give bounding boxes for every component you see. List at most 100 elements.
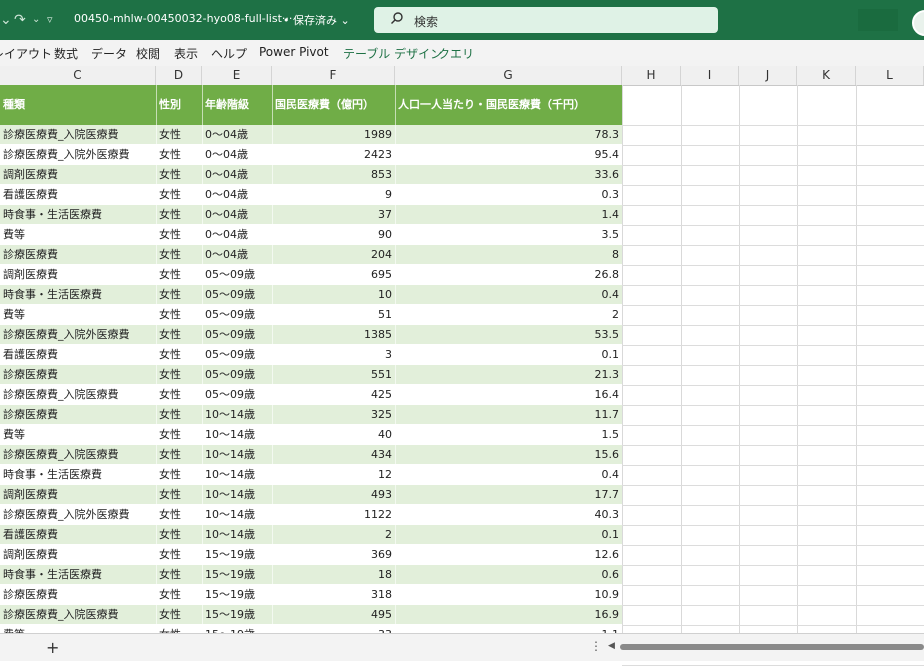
cell-cost[interactable]: 425 — [272, 385, 395, 405]
cell-cost[interactable]: 1385 — [272, 325, 395, 345]
cell-type[interactable]: 調剤医療費 — [0, 485, 156, 505]
cell-sex[interactable]: 女性 — [156, 425, 202, 445]
cell-sex[interactable]: 女性 — [156, 165, 202, 185]
tab-page-layout[interactable]: レイアウト — [0, 45, 52, 62]
cell-age[interactable]: 05～09歳 — [202, 365, 272, 385]
column-header-f[interactable]: F — [272, 66, 395, 85]
cell-age[interactable]: 10～14歳 — [202, 505, 272, 525]
cell-cost[interactable]: 434 — [272, 445, 395, 465]
cell-cost[interactable]: 495 — [272, 605, 395, 625]
tab-data[interactable]: データ — [91, 45, 127, 62]
cell-per-capita[interactable]: 16.9 — [395, 605, 622, 625]
tab-power-pivot[interactable]: Power Pivot — [259, 45, 329, 59]
cell-cost[interactable]: 18 — [272, 565, 395, 585]
cell-sex[interactable]: 女性 — [156, 285, 202, 305]
header-cell-per-capita[interactable]: 人口一人当たり・国民医療費（千円） — [395, 85, 622, 125]
cell-type[interactable]: 時食事・生活医療費 — [0, 285, 156, 305]
cell-type[interactable]: 費等 — [0, 225, 156, 245]
cell-sex[interactable]: 女性 — [156, 385, 202, 405]
horizontal-scrollbar[interactable] — [620, 644, 924, 650]
cell-per-capita[interactable]: 21.3 — [395, 365, 622, 385]
cell-age[interactable]: 05～09歳 — [202, 285, 272, 305]
cell-cost[interactable]: 10 — [272, 285, 395, 305]
cell-type[interactable]: 費等 — [0, 305, 156, 325]
cell-sex[interactable]: 女性 — [156, 245, 202, 265]
cell-sex[interactable]: 女性 — [156, 225, 202, 245]
cell-type[interactable]: 診療医療費_入院医療費 — [0, 125, 156, 145]
cell-per-capita[interactable]: 40.3 — [395, 505, 622, 525]
cell-per-capita[interactable]: 0.4 — [395, 465, 622, 485]
cell-sex[interactable]: 女性 — [156, 205, 202, 225]
cell-sex[interactable]: 女性 — [156, 465, 202, 485]
cell-sex[interactable]: 女性 — [156, 505, 202, 525]
cell-cost[interactable]: 551 — [272, 365, 395, 385]
document-title[interactable]: 00450-mhlw-00450032-hyo08-full-list··· — [74, 12, 292, 25]
cell-age[interactable]: 15～19歳 — [202, 605, 272, 625]
customize-toolbar-icon[interactable]: ▿ — [47, 10, 53, 30]
cell-age[interactable]: 10～14歳 — [202, 445, 272, 465]
cell-sex[interactable]: 女性 — [156, 325, 202, 345]
redo-dropdown-icon[interactable]: ⌄ — [32, 10, 40, 30]
cell-per-capita[interactable]: 78.3 — [395, 125, 622, 145]
cell-sex[interactable]: 女性 — [156, 585, 202, 605]
cell-age[interactable]: 15～19歳 — [202, 585, 272, 605]
cell-type[interactable]: 診療医療費_入院外医療費 — [0, 505, 156, 525]
cell-cost[interactable]: 695 — [272, 265, 395, 285]
column-header-h[interactable]: H — [622, 66, 681, 85]
cell-cost[interactable]: 325 — [272, 405, 395, 425]
cell-cost[interactable]: 318 — [272, 585, 395, 605]
cell-type[interactable]: 調剤医療費 — [0, 545, 156, 565]
cell-age[interactable]: 0～04歳 — [202, 185, 272, 205]
cell-per-capita[interactable]: 17.7 — [395, 485, 622, 505]
cell-per-capita[interactable]: 11.7 — [395, 405, 622, 425]
scroll-left-arrow-icon[interactable]: ◀ — [608, 641, 615, 651]
cell-cost[interactable]: 51 — [272, 305, 395, 325]
cell-cost[interactable]: 853 — [272, 165, 395, 185]
cell-age[interactable]: 0～04歳 — [202, 145, 272, 165]
cell-per-capita[interactable]: 10.9 — [395, 585, 622, 605]
cell-sex[interactable]: 女性 — [156, 525, 202, 545]
cell-cost[interactable]: 493 — [272, 485, 395, 505]
cell-age[interactable]: 05～09歳 — [202, 385, 272, 405]
cell-age[interactable]: 0～04歳 — [202, 125, 272, 145]
tab-query[interactable]: クエリ — [438, 45, 474, 62]
cell-cost[interactable]: 37 — [272, 205, 395, 225]
cell-type[interactable]: 診療医療費_入院外医療費 — [0, 145, 156, 165]
cell-sex[interactable]: 女性 — [156, 405, 202, 425]
cell-per-capita[interactable]: 15.6 — [395, 445, 622, 465]
cell-age[interactable]: 05～09歳 — [202, 305, 272, 325]
header-cell-sex[interactable]: 性別 — [156, 85, 202, 125]
cell-per-capita[interactable]: 95.4 — [395, 145, 622, 165]
cell-per-capita[interactable]: 3.5 — [395, 225, 622, 245]
cell-per-capita[interactable]: 1.5 — [395, 425, 622, 445]
cell-age[interactable]: 0～04歳 — [202, 245, 272, 265]
column-header-l[interactable]: L — [856, 66, 924, 85]
cell-per-capita[interactable]: 26.8 — [395, 265, 622, 285]
cell-age[interactable]: 10～14歳 — [202, 525, 272, 545]
column-header-c[interactable]: C — [0, 66, 156, 85]
cell-type[interactable]: 時食事・生活医療費 — [0, 565, 156, 585]
ribbon-toggle[interactable] — [858, 9, 898, 31]
cell-sex[interactable]: 女性 — [156, 305, 202, 325]
header-cell-type[interactable]: 種類 — [0, 85, 156, 125]
cell-per-capita[interactable]: 8 — [395, 245, 622, 265]
cell-type[interactable]: 看護医療費 — [0, 185, 156, 205]
search-box[interactable]: 検索 — [374, 7, 718, 33]
column-header-k[interactable]: K — [797, 66, 856, 85]
cell-sex[interactable]: 女性 — [156, 445, 202, 465]
cell-type[interactable]: 調剤医療費 — [0, 265, 156, 285]
redo-icon[interactable]: ↷ — [14, 10, 26, 30]
tab-review[interactable]: 校閲 — [136, 45, 160, 62]
cell-age[interactable]: 0～04歳 — [202, 205, 272, 225]
cell-cost[interactable]: 40 — [272, 425, 395, 445]
cell-sex[interactable]: 女性 — [156, 125, 202, 145]
tab-table-design[interactable]: テーブル デザイン — [343, 45, 442, 62]
cell-age[interactable]: 10～14歳 — [202, 465, 272, 485]
tab-formulas[interactable]: 数式 — [54, 45, 78, 62]
cell-sex[interactable]: 女性 — [156, 605, 202, 625]
cell-cost[interactable]: 2423 — [272, 145, 395, 165]
column-header-e[interactable]: E — [202, 66, 272, 85]
cell-age[interactable]: 10～14歳 — [202, 405, 272, 425]
cell-type[interactable]: 診療医療費_入院外医療費 — [0, 325, 156, 345]
cell-type[interactable]: 診療医療費_入院医療費 — [0, 445, 156, 465]
